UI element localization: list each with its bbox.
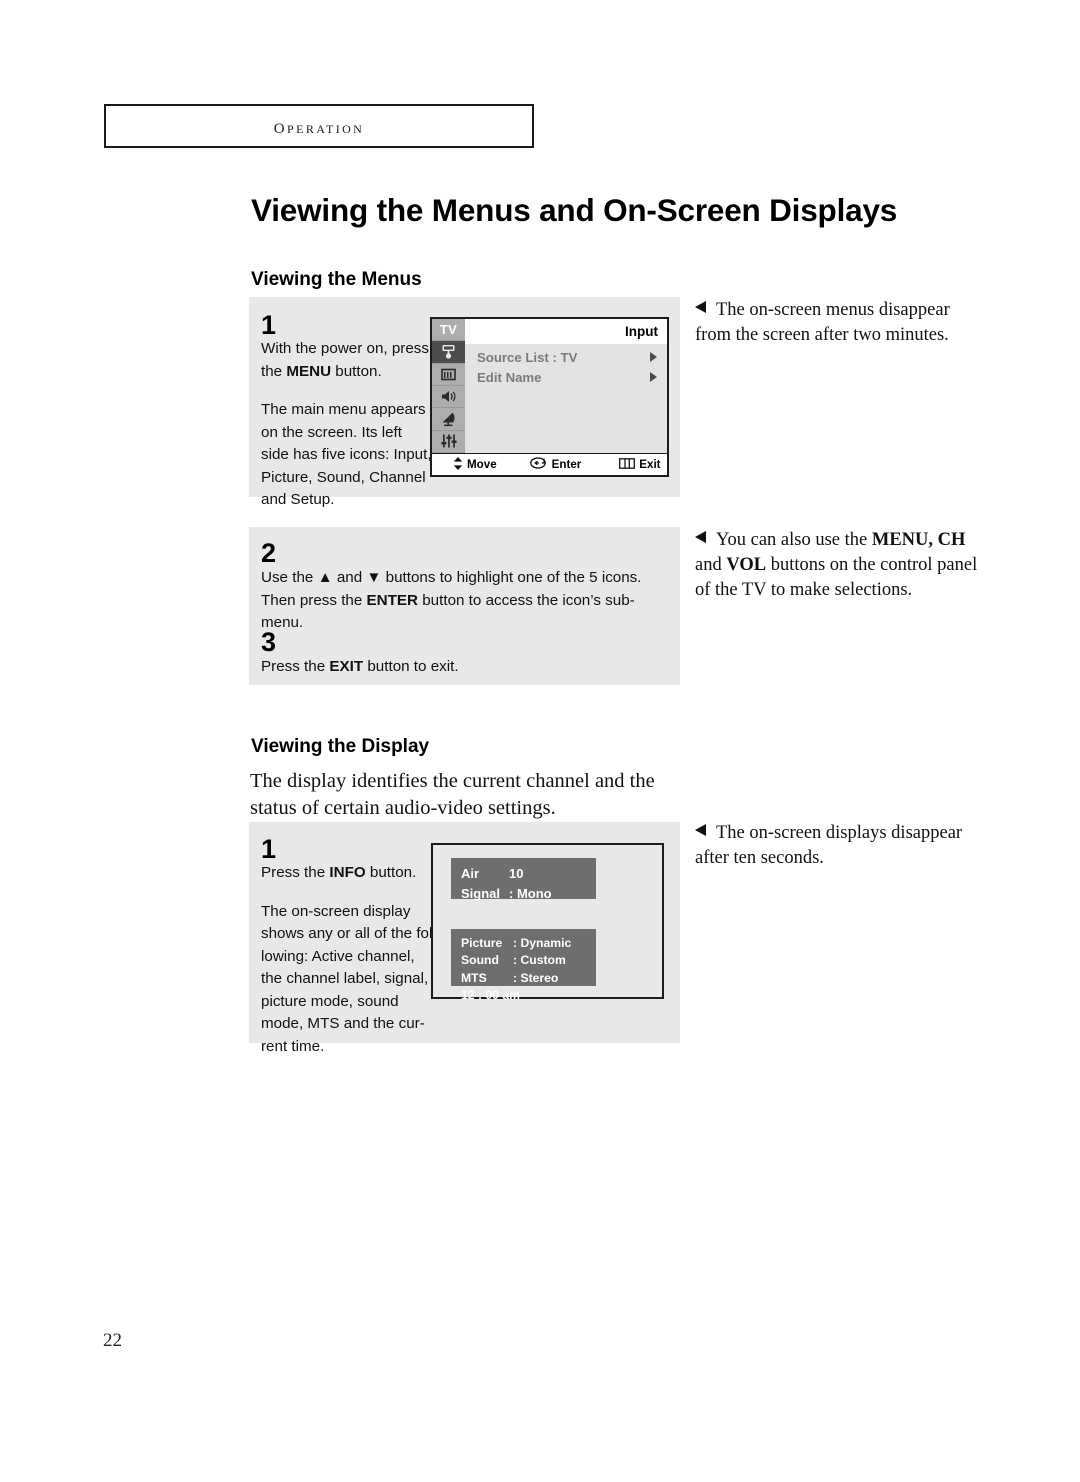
osd-line-time: 12 : 00 am xyxy=(461,987,596,1004)
section-heading-viewing-the-display: Viewing the Display xyxy=(251,736,430,757)
note-display-timeout: The on-screen displays disappear after t… xyxy=(695,821,980,871)
note-2-c: and xyxy=(695,554,727,575)
step-3-keyword-exit: EXIT xyxy=(329,658,364,675)
step-2-l1-a: Use the xyxy=(261,569,318,586)
footer-enter-label: Enter xyxy=(551,458,582,471)
step-1-display-text: Press the INFO button. The on-screen dis… xyxy=(261,862,439,1058)
note-2-a: You can also use the xyxy=(716,530,872,550)
note-2-keyword-menu-ch: MENU, CH xyxy=(871,530,966,550)
note-3-text: The on-screen displays disappear after t… xyxy=(695,823,963,868)
note-2-keyword-vol: VOL xyxy=(726,554,767,575)
tv-menu-mockup: TV Input Source List: TV Edit Name Move… xyxy=(430,317,669,477)
speaker-icon[interactable] xyxy=(432,386,465,409)
up-arrow-icon: ▲ xyxy=(317,569,333,586)
step-2-l1-b: and xyxy=(332,569,367,586)
left-triangle-marker-icon xyxy=(695,824,706,836)
osd-value: : Stereo xyxy=(513,970,559,985)
footer-exit: Exit xyxy=(619,457,661,472)
exit-button-icon xyxy=(619,457,636,472)
tv-menu-rail-tv-label: TV xyxy=(432,319,465,342)
step-2-line-2: Then press the ENTER button to access th… xyxy=(261,590,671,635)
chapter-header-label: Operation xyxy=(273,113,365,138)
tv-menu-title: Input xyxy=(625,324,658,339)
step-1-display-paragraph-2: The on-screen display shows any or all o… xyxy=(261,902,438,1055)
step-3-c: button to exit. xyxy=(363,658,459,675)
step-1-paragraph-1: With the power on, press the MENU button… xyxy=(261,338,433,383)
tv-menu-row-label: Edit Name xyxy=(477,369,542,385)
step-2-l1-c: buttons to highlight one of the 5 icons. xyxy=(381,569,642,586)
step-1-paragraph-2: The main menu appears on the screen. Its… xyxy=(261,401,432,508)
tv-menu-icon-rail: TV xyxy=(432,319,465,453)
osd-key: Signal xyxy=(461,885,501,901)
osd-line: Signal : Mono xyxy=(461,884,596,904)
step-1-display-paragraph-1: Press the INFO button. xyxy=(261,862,439,885)
footer-exit-label: Exit xyxy=(639,458,661,471)
footer-move: Move xyxy=(453,456,497,473)
step-1d-p1-c: button. xyxy=(365,864,417,881)
osd-line: MTS : Stereo xyxy=(461,970,596,987)
osd-line: Sound : Custom xyxy=(461,952,596,969)
display-intro-paragraph: The display identifies the current chann… xyxy=(250,770,655,820)
tv-menu-row-source-list[interactable]: Source List : TV xyxy=(465,347,667,367)
note-menus-timeout: The on-screen menus disappear from the s… xyxy=(695,298,980,348)
step-1-text: With the power on, press the MENU button… xyxy=(261,338,433,512)
step-3-a: Press the xyxy=(261,658,330,675)
step-1d-keyword-info: INFO xyxy=(329,864,366,881)
chevron-right-icon xyxy=(650,352,657,362)
step-2-text: Use the ▲ and ▼ buttons to highlight one… xyxy=(261,567,671,635)
step-number-3: 3 xyxy=(261,627,277,657)
step-number-1: 1 xyxy=(261,310,277,340)
osd-value: : Mono xyxy=(509,885,552,901)
tv-menu-row-edit-name[interactable]: Edit Name xyxy=(465,367,667,387)
osd-key: MTS xyxy=(461,970,487,985)
step-1-p1-keyword: MENU xyxy=(286,362,332,380)
left-triangle-marker-icon xyxy=(695,301,706,313)
tv-menu-content: Input Source List : TV Edit Name xyxy=(465,319,667,453)
step-1-p1-part-c: button. xyxy=(331,362,382,380)
osd-key: Sound xyxy=(461,953,499,968)
step-2-l2-a: Then press the xyxy=(261,591,367,609)
tv-menu-row-label: Source List : TV xyxy=(477,349,578,365)
osd-mockup: Air 10 Signal : Mono Picture : Dynamic Soun… xyxy=(431,843,664,1002)
osd-key: Picture xyxy=(461,936,503,950)
enter-button-icon xyxy=(529,457,548,472)
note-1-text: The on-screen menus disappear from the s… xyxy=(695,300,950,345)
step-number-2: 2 xyxy=(261,538,277,568)
sliders-setup-icon[interactable] xyxy=(432,431,465,453)
page-number: 22 xyxy=(103,1330,122,1351)
section-heading-viewing-the-menus: Viewing the Menus xyxy=(251,269,422,290)
step-3-text: Press the EXIT button to exit. xyxy=(261,656,671,679)
page-title: Viewing the Menus and On-Screen Displays xyxy=(251,192,898,228)
chapter-header-box: Operation xyxy=(104,104,534,148)
satellite-dish-icon[interactable] xyxy=(432,408,465,431)
osd-value: 10 xyxy=(509,866,524,881)
step-2-line-1: Use the ▲ and ▼ buttons to highlight one… xyxy=(261,567,671,590)
footer-enter: Enter xyxy=(529,457,582,472)
osd-value: : Custom xyxy=(513,953,566,968)
step-2-keyword-enter: ENTER xyxy=(366,591,419,609)
left-triangle-marker-icon xyxy=(695,531,706,543)
osd-line: Picture : Dynamic xyxy=(461,935,596,952)
tv-menu-rows: Source List : TV Edit Name xyxy=(465,344,667,453)
osd-value: : Dynamic xyxy=(513,936,572,950)
picture-icon[interactable] xyxy=(432,364,465,386)
osd-time-value: 12 : 00 am xyxy=(461,987,520,1002)
tv-menu-titlebar: Input xyxy=(465,319,667,344)
input-jack-icon[interactable] xyxy=(432,341,465,364)
down-arrow-icon: ▼ xyxy=(366,569,382,586)
tv-menu-footer: Move Enter Exit xyxy=(432,453,667,475)
step-number-1-display: 1 xyxy=(261,834,277,864)
osd-line: Air 10 xyxy=(461,864,596,884)
osd-settings-block: Picture : Dynamic Sound : Custom MTS : Ster… xyxy=(451,929,596,1002)
step-1d-p1-a: Press the xyxy=(261,864,330,881)
footer-move-label: Move xyxy=(467,458,497,471)
chevron-right-icon xyxy=(650,372,657,382)
tv-menu-main: TV Input Source List: TV Edit Name xyxy=(432,319,667,453)
osd-channel-block: Air 10 Signal : Mono xyxy=(451,858,596,901)
osd-key: Air xyxy=(461,866,480,881)
note-control-panel: You can also use the MENU, CH and VOL bu… xyxy=(695,528,980,602)
updown-arrows-icon xyxy=(453,456,463,473)
